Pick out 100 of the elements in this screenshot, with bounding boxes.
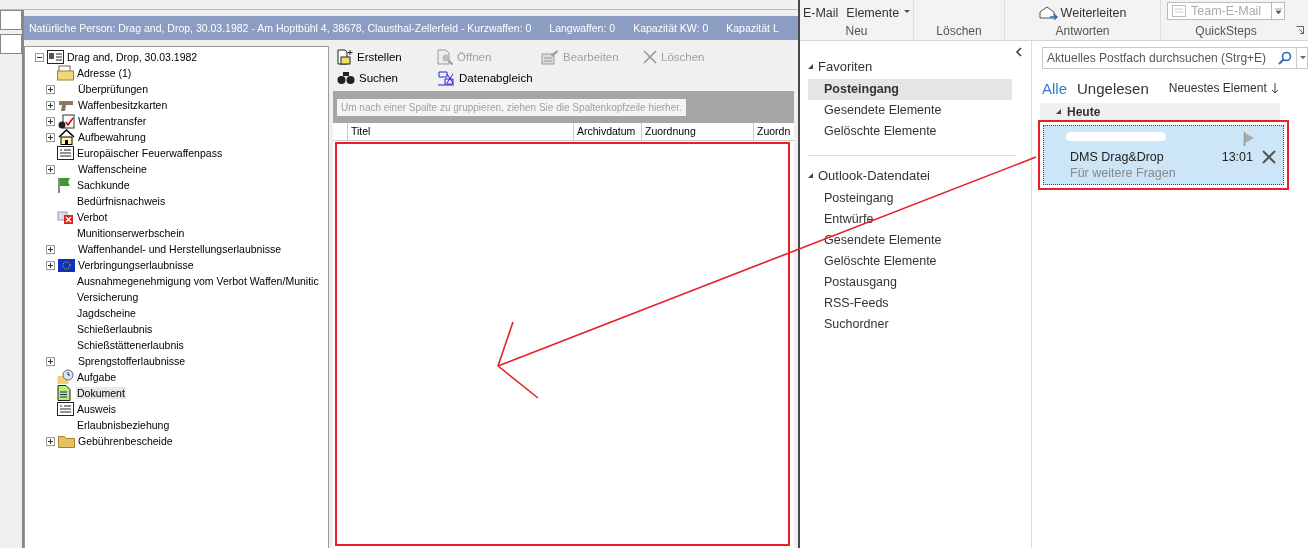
sort-button[interactable]: Neuestes Element xyxy=(1168,81,1279,95)
tree-item[interactable]: Drag and, Drop, 30.03.1982 xyxy=(66,51,199,63)
ribbon-button[interactable]: E-Mail xyxy=(802,6,839,20)
expand-icon[interactable] xyxy=(46,260,55,270)
column-header[interactable]: Zuordnung xyxy=(642,123,754,140)
ribbon-button[interactable]: Elemente xyxy=(846,6,911,20)
clipboard-check-icon xyxy=(58,113,75,129)
filter-tab[interactable]: Ungelesen xyxy=(1077,79,1149,97)
dialog-launcher-icon[interactable] xyxy=(1296,26,1304,34)
expand-icon[interactable] xyxy=(46,164,55,174)
folder-item[interactable]: Posteingang xyxy=(808,188,1012,209)
group-header[interactable]: Heute xyxy=(1040,103,1280,120)
tree-item[interactable]: Verbringungserlaubnisse xyxy=(77,259,195,271)
tree-item[interactable]: Waffenscheine xyxy=(77,163,148,175)
mail-item[interactable]: DMS Drag&Drop 13:01 Für weitere Fragen xyxy=(1043,125,1284,185)
mail-subject: DMS Drag&Drop xyxy=(1070,150,1165,164)
column-header[interactable]: Titel xyxy=(348,123,574,140)
folder-item[interactable]: Suchordner xyxy=(808,314,1012,335)
tree-item[interactable]: Munitionserwerbschein xyxy=(76,227,186,239)
folder-section-header[interactable]: Outlook-Datendatei xyxy=(808,164,1031,186)
tree-item[interactable]: Adresse (1) xyxy=(76,67,133,79)
folder-item[interactable]: Entwürfe xyxy=(808,209,1012,230)
pistol-icon xyxy=(58,98,75,112)
tree-item[interactable]: Gebührenbescheide xyxy=(77,435,174,447)
tree-item[interactable]: Europäischer Feuerwaffenpass xyxy=(76,147,224,159)
folder-item[interactable]: Posteingang xyxy=(808,79,1012,100)
collapse-triangle-icon xyxy=(808,172,813,178)
id-card-icon xyxy=(57,402,74,416)
search-icon[interactable] xyxy=(1278,51,1292,65)
filter-tab[interactable]: Alle xyxy=(1042,79,1067,97)
delete-icon[interactable] xyxy=(1261,149,1277,165)
toolbar-button[interactable]: Suchen xyxy=(335,69,435,87)
tree-item[interactable]: Waffenhandel- und Herstellungserlaubnisse xyxy=(77,243,283,255)
new-document-icon xyxy=(337,49,353,65)
person-summary: Natürliche Person: Drag and, Drop, 30.03.1982 - Am Hoptbühl 4, 38678, Clausthal-Zellerfeld - Kurzwaffen: 0 xyxy=(29,22,532,34)
collapse-icon[interactable] xyxy=(35,52,44,62)
tree-item[interactable]: Schießerlaubnis xyxy=(76,323,154,335)
binoculars-icon xyxy=(337,71,355,85)
id-card-icon xyxy=(57,146,74,160)
tree-item[interactable]: Ausnahmegenehmigung vom Verbot Waffen/Munitic xyxy=(76,275,320,287)
folder-section-header[interactable]: Favoriten xyxy=(808,55,1031,77)
tree-item[interactable]: Überprüfungen xyxy=(77,83,150,95)
eu-flag-icon xyxy=(58,258,75,272)
document-icon xyxy=(57,385,71,401)
dropdown-icon[interactable] xyxy=(1271,3,1284,19)
tree-item[interactable]: Versicherung xyxy=(76,291,140,303)
tree-item[interactable]: Sachkunde xyxy=(76,179,131,191)
tree-item[interactable]: Aufgabe xyxy=(76,371,118,383)
folder-item[interactable]: Gesendete Elemente xyxy=(808,230,1012,251)
collapse-triangle-icon xyxy=(1056,109,1061,114)
expand-icon[interactable] xyxy=(46,244,55,254)
ribbon-button[interactable]: Weiterleiten xyxy=(1038,6,1127,20)
summary-field: Langwaffen: 0 xyxy=(549,22,616,34)
expand-icon[interactable] xyxy=(46,132,55,142)
id-card-icon xyxy=(47,50,64,64)
toolbar-button[interactable]: Datenabgleich xyxy=(435,69,539,87)
collapse-pane-icon[interactable] xyxy=(1015,47,1023,57)
address-card-icon xyxy=(57,65,74,81)
folder-item[interactable]: RSS-Feeds xyxy=(808,293,1012,314)
summary-field: Kapazität L xyxy=(726,22,779,34)
mail-time: 13:01 xyxy=(1221,150,1253,164)
group-hint: Um nach einer Spalte zu gruppieren, ziehen Sie die Spaltenkopfzeile hierher. xyxy=(337,98,686,116)
toolbar-button[interactable]: Erstellen xyxy=(335,48,435,66)
tree-item[interactable]: Dokument xyxy=(76,387,126,399)
tree-item[interactable]: Waffenbesitzkarten xyxy=(77,99,169,111)
summary-field: Kapazität KW: 0 xyxy=(633,22,709,34)
folder-item[interactable]: Gelöschte Elemente xyxy=(808,251,1012,272)
folder-item[interactable]: Gelöschte Elemente xyxy=(808,121,1012,142)
folder-icon xyxy=(58,434,75,448)
tree-item[interactable]: Verbot xyxy=(76,211,109,223)
ribbon-group-label: Löschen xyxy=(936,24,982,38)
edit-icon xyxy=(541,49,559,65)
expand-icon[interactable] xyxy=(46,84,55,94)
search-field[interactable]: Aktuelles Postfach durchsuchen (Strg+E) xyxy=(1042,47,1308,69)
tree-item[interactable]: Waffentransfer xyxy=(77,115,148,127)
tree-item[interactable]: Schießstättenerlaubnis xyxy=(76,339,185,351)
dropdown-icon[interactable] xyxy=(1296,48,1307,68)
down-arrow-icon xyxy=(1270,82,1279,94)
folder-item[interactable]: Gesendete Elemente xyxy=(808,100,1012,121)
ribbon-group-label: Antworten xyxy=(1055,24,1110,38)
sync-icon xyxy=(437,70,455,86)
tree-item[interactable]: Ausweis xyxy=(76,403,118,415)
column-header[interactable]: Archivdatum xyxy=(574,123,642,140)
expand-icon[interactable] xyxy=(46,436,55,446)
tree-item[interactable]: Bedürfnisnachweis xyxy=(76,195,167,207)
expand-icon[interactable] xyxy=(46,100,55,110)
expand-icon[interactable] xyxy=(46,356,55,366)
expand-icon[interactable] xyxy=(46,116,55,126)
column-header[interactable]: Zuordn xyxy=(754,123,794,140)
tree-item[interactable]: Aufbewahrung xyxy=(77,131,147,143)
collapse-triangle-icon xyxy=(808,63,813,69)
magnifier-document-icon xyxy=(437,49,453,65)
folder-item[interactable]: Postausgang xyxy=(808,272,1012,293)
ribbon-group-label: Neu xyxy=(845,24,868,38)
flag-icon xyxy=(57,177,71,193)
note-icon xyxy=(1172,5,1186,17)
tree-item[interactable]: Erlaubnisbeziehung xyxy=(76,419,171,431)
tree-item[interactable]: Sprengstofferlaubnisse xyxy=(77,355,187,367)
envelope-arrow-icon xyxy=(1038,6,1059,20)
tree-item[interactable]: Jagdscheine xyxy=(76,307,137,319)
